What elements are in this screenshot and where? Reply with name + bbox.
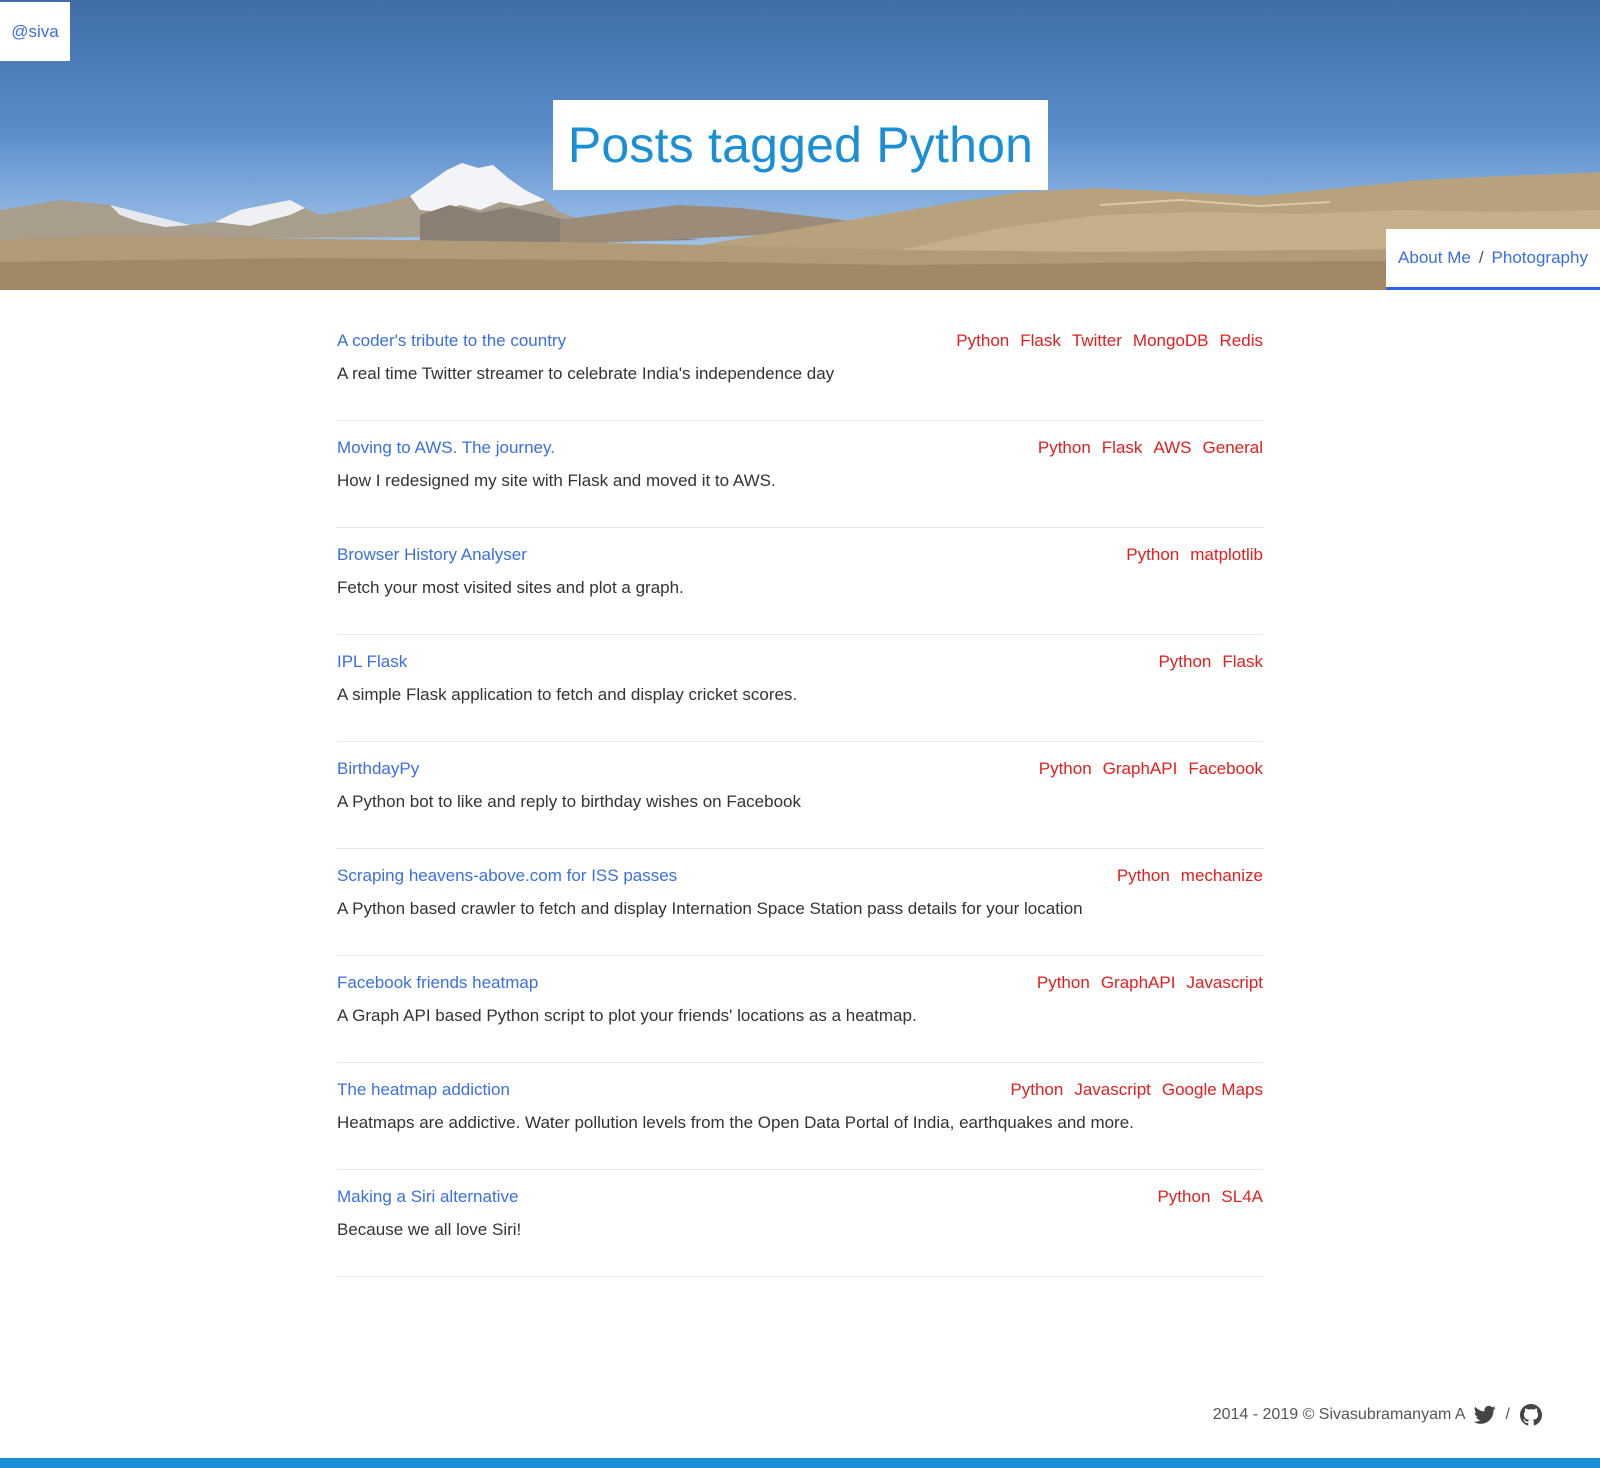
posts-list: A coder's tribute to the country Python … bbox=[337, 315, 1263, 1278]
post-title-link[interactable]: BirthdayPy bbox=[337, 759, 419, 779]
post-title-link[interactable]: Making a Siri alternative bbox=[337, 1187, 518, 1207]
tag-link[interactable]: Google Maps bbox=[1162, 1080, 1263, 1100]
post-title-link[interactable]: A coder's tribute to the country bbox=[337, 331, 566, 351]
post-description: Heatmaps are addictive. Water pollution … bbox=[337, 1113, 1134, 1132]
page-title: Posts tagged Python bbox=[567, 117, 1034, 173]
post-tags: Python mechanize bbox=[1117, 866, 1263, 886]
tag-link[interactable]: SL4A bbox=[1221, 1187, 1263, 1207]
tag-link[interactable]: Python bbox=[1010, 1080, 1063, 1100]
handle-box: @siva bbox=[0, 2, 70, 61]
post-item: BirthdayPy Python GraphAPI Facebook A Py… bbox=[337, 743, 1263, 849]
tag-link[interactable]: Facebook bbox=[1188, 759, 1263, 779]
tag-link[interactable]: Twitter bbox=[1072, 331, 1122, 351]
tag-link[interactable]: Python bbox=[1037, 973, 1090, 993]
tag-link[interactable]: Flask bbox=[1102, 438, 1143, 458]
post-tags: Python GraphAPI Javascript bbox=[1037, 973, 1263, 993]
post-title-link[interactable]: Facebook friends heatmap bbox=[337, 973, 538, 993]
post-item: Moving to AWS. The journey. Python Flask… bbox=[337, 422, 1263, 528]
top-nav: About Me / Photography bbox=[1386, 229, 1600, 290]
post-tags: Python GraphAPI Facebook bbox=[1039, 759, 1263, 779]
tag-link[interactable]: Python bbox=[1038, 438, 1091, 458]
tag-link[interactable]: MongoDB bbox=[1133, 331, 1209, 351]
post-title-link[interactable]: Moving to AWS. The journey. bbox=[337, 438, 555, 458]
tag-link[interactable]: Flask bbox=[1222, 652, 1263, 672]
post-description: A Python based crawler to fetch and disp… bbox=[337, 899, 1083, 918]
post-item: The heatmap addiction Python Javascript … bbox=[337, 1064, 1263, 1170]
post-title-link[interactable]: Scraping heavens-above.com for ISS passe… bbox=[337, 866, 677, 886]
site-handle-link[interactable]: @siva bbox=[11, 22, 59, 42]
tag-link[interactable]: AWS bbox=[1153, 438, 1191, 458]
post-item: Scraping heavens-above.com for ISS passe… bbox=[337, 850, 1263, 956]
tag-link[interactable]: Python bbox=[956, 331, 1009, 351]
copyright-text: 2014 - 2019 © Sivasubramanyam A bbox=[1212, 1406, 1466, 1423]
post-description: Because we all love Siri! bbox=[337, 1220, 522, 1239]
bottom-accent-bar bbox=[0, 1458, 1600, 1468]
post-tags: Python SL4A bbox=[1157, 1187, 1263, 1207]
post-description: Fetch your most visited sites and plot a… bbox=[337, 578, 684, 597]
post-tags: Python Flask Twitter MongoDB Redis bbox=[956, 331, 1263, 351]
post-description: A simple Flask application to fetch and … bbox=[337, 685, 798, 704]
tag-link[interactable]: Python bbox=[1039, 759, 1092, 779]
post-item: A coder's tribute to the country Python … bbox=[337, 315, 1263, 421]
tag-link[interactable]: mechanize bbox=[1181, 866, 1263, 886]
post-title-link[interactable]: The heatmap addiction bbox=[337, 1080, 510, 1100]
tag-link[interactable]: Javascript bbox=[1074, 1080, 1151, 1100]
tag-link[interactable]: General bbox=[1203, 438, 1263, 458]
nav-photography-link[interactable]: Photography bbox=[1492, 248, 1588, 268]
footer-separator: / bbox=[1505, 1406, 1510, 1423]
post-item: Making a Siri alternative Python SL4A Be… bbox=[337, 1171, 1263, 1277]
github-icon[interactable] bbox=[1520, 1404, 1542, 1426]
post-tags: Python matplotlib bbox=[1126, 545, 1263, 565]
post-description: A Python bot to like and reply to birthd… bbox=[337, 792, 801, 811]
tag-link[interactable]: Python bbox=[1158, 652, 1211, 672]
github-icon-glyph bbox=[1520, 1404, 1542, 1426]
hero-banner: @siva Posts tagged Python About Me / Pho… bbox=[0, 0, 1600, 290]
post-item: Facebook friends heatmap Python GraphAPI… bbox=[337, 957, 1263, 1063]
post-title-link[interactable]: Browser History Analyser bbox=[337, 545, 527, 565]
tag-link[interactable]: Redis bbox=[1220, 331, 1263, 351]
post-item: Browser History Analyser Python matplotl… bbox=[337, 529, 1263, 635]
post-item: IPL Flask Python Flask A simple Flask ap… bbox=[337, 636, 1263, 742]
tag-link[interactable]: Javascript bbox=[1186, 973, 1263, 993]
tag-link[interactable]: GraphAPI bbox=[1103, 759, 1178, 779]
twitter-icon[interactable] bbox=[1473, 1404, 1496, 1426]
tag-link[interactable]: matplotlib bbox=[1190, 545, 1263, 565]
twitter-icon-glyph bbox=[1473, 1405, 1496, 1424]
tag-link[interactable]: GraphAPI bbox=[1101, 973, 1176, 993]
post-tags: Python Flask AWS General bbox=[1038, 438, 1263, 458]
footer: 2014 - 2019 © Sivasubramanyam A / bbox=[1213, 1404, 1542, 1426]
nav-about-me-link[interactable]: About Me bbox=[1398, 248, 1471, 268]
tag-link[interactable]: Flask bbox=[1020, 331, 1061, 351]
nav-separator: / bbox=[1478, 248, 1484, 267]
post-tags: Python Javascript Google Maps bbox=[1010, 1080, 1263, 1100]
tag-link[interactable]: Python bbox=[1157, 1187, 1210, 1207]
post-description: How I redesigned my site with Flask and … bbox=[337, 471, 776, 490]
tag-link[interactable]: Python bbox=[1117, 866, 1170, 886]
page-title-box: Posts tagged Python bbox=[553, 100, 1048, 190]
post-tags: Python Flask bbox=[1158, 652, 1263, 672]
post-description: A real time Twitter streamer to celebrat… bbox=[337, 364, 835, 383]
post-title-link[interactable]: IPL Flask bbox=[337, 652, 407, 672]
post-description: A Graph API based Python script to plot … bbox=[337, 1006, 917, 1025]
tag-link[interactable]: Python bbox=[1126, 545, 1179, 565]
